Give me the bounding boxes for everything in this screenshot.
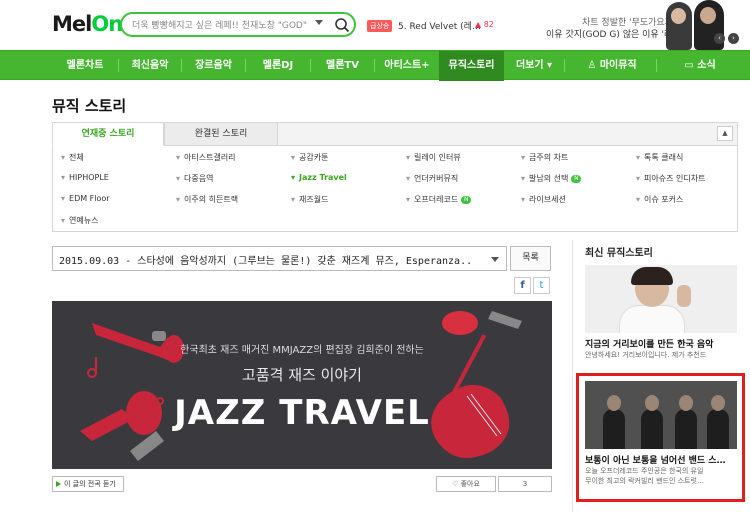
listen-all-button[interactable]: 이 글의 전곡 듣기 — [52, 476, 124, 492]
tab-ongoing-stories[interactable]: 연재중 스토리 — [52, 122, 164, 146]
category-item[interactable]: ▾ EDM Floor — [61, 194, 110, 203]
band-member-face — [607, 395, 621, 411]
category-item[interactable]: ▾ 아티스트갤러리 — [176, 152, 236, 163]
search-icon[interactable] — [334, 17, 350, 33]
category-item[interactable]: ▾ 연예뉴스 — [61, 215, 98, 226]
article-select-value: 2015.09.03 - 스타성에 음악성까지 (그루브는 물론!) 갖춘 재즈… — [59, 256, 473, 267]
category-item[interactable]: ▾ HIPHOPLE — [61, 173, 109, 182]
new-badge: N — [461, 195, 472, 204]
artist-face — [700, 7, 716, 24]
nav-item-music-story[interactable]: 뮤직스토리 — [439, 51, 504, 81]
person-figure — [619, 305, 685, 333]
page-title: 뮤직 스토리 — [52, 97, 127, 115]
category-item[interactable]: ▾ 라이브세션 — [521, 194, 566, 205]
category-item[interactable]: ▾ 이슈 포커스 — [636, 194, 683, 205]
tab-completed-stories[interactable]: 완결된 스토리 — [164, 122, 278, 146]
band-member-face — [711, 395, 725, 411]
band-member-face — [645, 395, 659, 411]
story-desc-line: 오늘 오프더레코드 주인공은 한국의 유일 — [585, 467, 704, 475]
chat-icon: ▭ — [684, 60, 698, 71]
nav-item-my-music[interactable]: ♙ 마이뮤직 — [568, 51, 656, 81]
category-item[interactable]: ▾ 이주의 히든트랙 — [176, 194, 238, 205]
story-desc-line: 무이한 최고의 락커빌리 밴드인 스트럿… — [585, 477, 704, 485]
category-item[interactable]: ▾ 금주의 차트 — [521, 152, 568, 163]
person-hand — [677, 285, 691, 307]
jazz-travel-banner: 한국최초 재즈 매거진 MMJAZZ의 편집장 김희준이 전하는 고품격 재즈 … — [52, 301, 552, 469]
new-badge: N — [571, 174, 582, 183]
banner-title: JAZZ TRAVEL — [174, 393, 430, 433]
band-member-face — [679, 395, 693, 411]
story-title[interactable]: 보통이 아닌 보통을 넘어선 밴드 스… — [585, 453, 726, 466]
nav-item-melon-tv[interactable]: 멜론TV — [311, 51, 374, 81]
nav-divider — [656, 59, 657, 72]
band-member — [707, 409, 729, 449]
music-illustration — [80, 311, 522, 461]
nav-item-more[interactable]: 더보기 ▾ — [504, 51, 564, 81]
nav-divider — [564, 59, 565, 72]
category-item-active[interactable]: ▾ Jazz Travel — [291, 173, 347, 182]
category-item[interactable]: ▾ 재즈월드 — [291, 194, 328, 205]
carousel-prev-icon[interactable]: ‹ — [714, 33, 725, 44]
banner-subtitle: 한국최초 재즈 매거진 MMJAZZ의 편집장 김희준이 전하는 — [180, 345, 424, 356]
band-member — [641, 409, 663, 449]
nav-item-genre-music[interactable]: 장르음악 — [182, 51, 245, 81]
story-thumbnail[interactable] — [585, 381, 737, 449]
play-icon — [56, 481, 61, 487]
collapse-up-icon[interactable]: ▲ — [717, 126, 733, 141]
user-icon: ♙ — [587, 60, 600, 71]
logo-accent: On — [91, 12, 123, 36]
story-tabs: 연재중 스토리 완결된 스토리 ▲ — [52, 122, 738, 146]
story-description: 오늘 오프더레코드 주인공은 한국의 유일 무이한 최고의 락커빌리 밴드인 스… — [585, 466, 737, 486]
search-input[interactable]: 더욱 빵빵해지고 싶은 레페!! 천재노창 "GOD" — [132, 18, 307, 31]
search-dropdown-icon[interactable] — [315, 20, 323, 25]
listen-label: 이 글의 전곡 듣기 — [64, 480, 116, 488]
nav-item-melon-chart[interactable]: 멜론차트 — [52, 51, 118, 81]
facebook-icon[interactable]: f — [514, 277, 531, 294]
sidebar-divider — [572, 240, 573, 512]
sidebar-title: 최신 뮤직스토리 — [585, 248, 653, 259]
category-item[interactable]: ▾ 피아슈즈 인디차트 — [636, 173, 705, 184]
chevron-down-icon[interactable] — [491, 257, 499, 262]
main-navigation: 멜론차트 최신음악 장르음악 멜론DJ 멜론TV 아티스트+ 뮤직스토리 더보기… — [0, 50, 750, 81]
like-count: 3 — [498, 476, 552, 492]
twitter-icon[interactable]: t — [533, 277, 550, 294]
category-item[interactable]: ▾ 전체 — [61, 152, 84, 163]
nav-item-news[interactable]: ▭ 소식 — [660, 51, 740, 81]
category-item[interactable]: ▾ 오프더레코드 N — [406, 194, 472, 205]
banner-tagline: 고품격 재즈 이야기 — [242, 366, 362, 384]
melon-logo[interactable]: MelOn — [52, 12, 123, 36]
nav-item-latest-music[interactable]: 최신음악 — [119, 51, 181, 81]
like-button[interactable]: ♡ 좋아요 — [436, 476, 496, 492]
nav-label: 소식 — [697, 60, 716, 71]
story-description: 안녕하세요! 거리보이입니다. 제가 추천드 — [585, 351, 707, 359]
category-item[interactable]: ▾ 공감카툰 — [291, 152, 328, 163]
category-item[interactable]: ▾ 다중음역 — [176, 173, 213, 184]
band-member — [603, 409, 625, 449]
story-thumbnail[interactable] — [585, 265, 737, 333]
artist-face — [671, 8, 686, 24]
category-item[interactable]: ▾ 톡톡 클래식 — [636, 152, 683, 163]
nav-item-artist-plus[interactable]: 아티스트+ — [375, 51, 439, 81]
carousel-next-icon[interactable]: › — [728, 33, 739, 44]
realtime-rank-item[interactable]: 5. Red Velvet (레… — [398, 19, 481, 32]
search-box[interactable]: 더욱 빵빵해지고 싶은 레페!! 천재노창 "GOD" — [120, 12, 356, 37]
category-item[interactable]: ▾ 발남의 선택 N — [521, 173, 582, 184]
nav-item-melon-dj[interactable]: 멜론DJ — [246, 51, 310, 81]
person-hair — [631, 267, 673, 285]
rising-badge: 급상승 — [367, 20, 393, 32]
rank-change: ▲ 82 — [475, 20, 494, 29]
category-item[interactable]: ▾ 언더커버뮤직 — [406, 173, 458, 184]
nav-label: 마이뮤직 — [599, 60, 637, 71]
category-list: ▾ 전체 ▾ 아티스트갤러리 ▾ 공감카툰 ▾ 릴레이 인터뷰 ▾ 금주의 차트 ▾ 톡톡 … — [52, 146, 738, 232]
story-title[interactable]: 지금의 거리보이를 만든 한국 음악 — [585, 337, 713, 350]
band-member — [675, 409, 697, 449]
logo-text: Mel — [52, 12, 92, 36]
list-button[interactable]: 목록 — [510, 246, 551, 271]
article-select[interactable]: 2015.09.03 - 스타성에 음악성까지 (그루브는 물론!) 갖춘 재즈… — [52, 246, 507, 271]
category-item[interactable]: ▾ 릴레이 인터뷰 — [406, 152, 461, 163]
header: MelOn 더욱 빵빵해지고 싶은 레페!! 천재노창 "GOD" 급상승 5.… — [0, 0, 750, 50]
